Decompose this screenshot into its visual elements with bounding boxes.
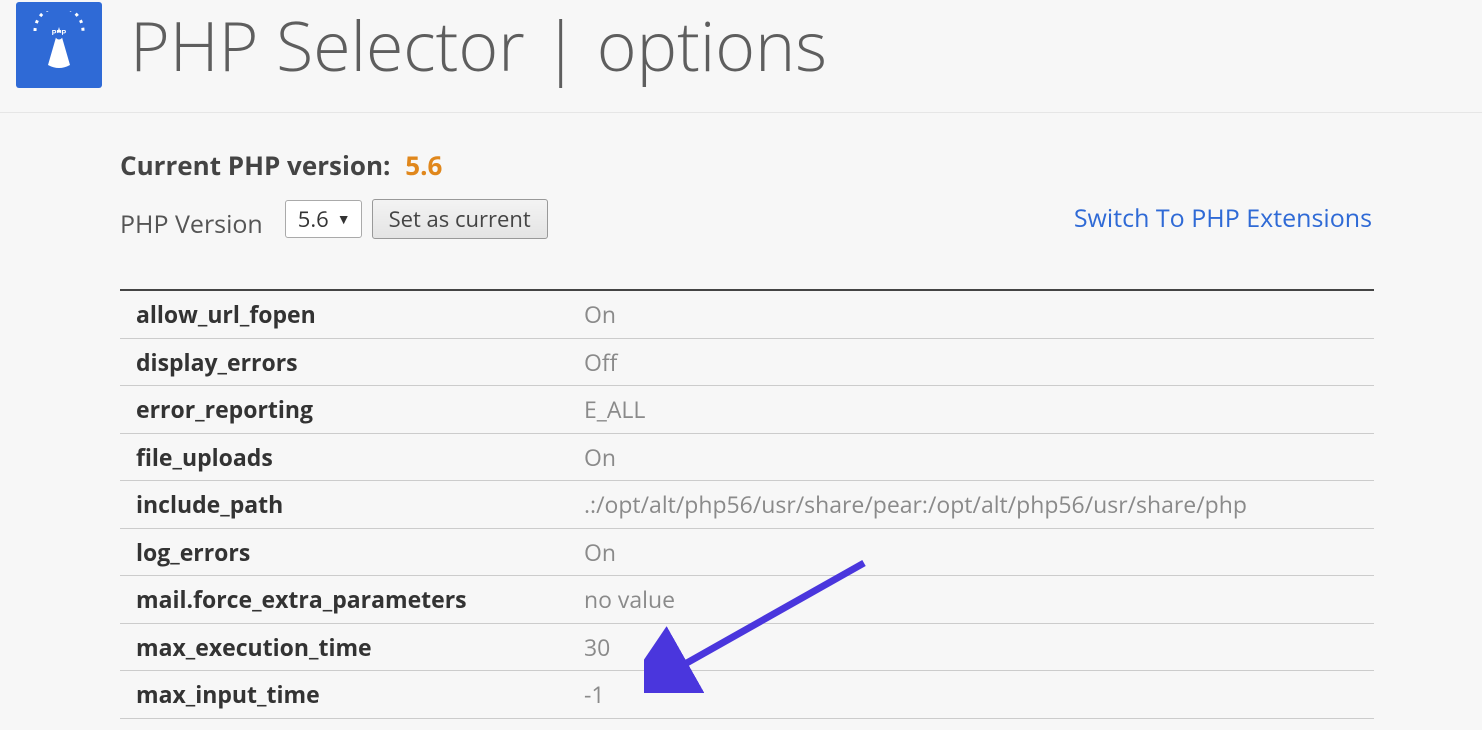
table-row: max_input_time -1: [120, 671, 1374, 719]
option-value[interactable]: E_ALL: [568, 386, 1374, 434]
option-name: max_execution_time: [120, 623, 568, 671]
option-name: display_errors: [120, 338, 568, 386]
option-value[interactable]: no value: [568, 576, 1374, 624]
table-row: include_path .:/opt/alt/php56/usr/share/…: [120, 481, 1374, 529]
option-name: mail.force_extra_parameters: [120, 576, 568, 624]
content-area: Current PHP version: 5.6 PHP Version 5.6…: [0, 113, 1482, 730]
php-version-select-value: 5.6: [298, 204, 329, 234]
table-row: memory_limit 128M: [120, 718, 1374, 730]
php-options-table: allow_url_fopen On display_errors Off er…: [120, 289, 1374, 730]
option-name: file_uploads: [120, 433, 568, 481]
table-row: display_errors Off: [120, 338, 1374, 386]
table-row: mail.force_extra_parameters no value: [120, 576, 1374, 624]
option-value[interactable]: 30: [568, 623, 1374, 671]
option-value[interactable]: On: [568, 528, 1374, 576]
option-name: max_input_time: [120, 671, 568, 719]
switch-to-extensions-link[interactable]: Switch To PHP Extensions: [1074, 201, 1372, 235]
php-selector-logo: PHP: [16, 2, 102, 88]
option-value[interactable]: 128M: [568, 718, 1374, 730]
table-row: max_execution_time 30: [120, 623, 1374, 671]
table-row: allow_url_fopen On: [120, 290, 1374, 338]
page-header: PHP PHP Selector | options: [0, 0, 1482, 113]
set-as-current-button[interactable]: Set as current: [372, 199, 548, 239]
page-title: PHP Selector | options: [130, 11, 827, 79]
table-row: file_uploads On: [120, 433, 1374, 481]
table-row: log_errors On: [120, 528, 1374, 576]
table-row: error_reporting E_ALL: [120, 386, 1374, 434]
option-value[interactable]: .:/opt/alt/php56/usr/share/pear:/opt/alt…: [568, 481, 1374, 529]
option-value[interactable]: -1: [568, 671, 1374, 719]
current-version-label: Current PHP version:: [120, 147, 390, 183]
option-value[interactable]: On: [568, 433, 1374, 481]
php-version-select[interactable]: 5.6 ▼: [285, 200, 362, 238]
option-name: memory_limit: [120, 718, 568, 730]
gauge-needle-icon: PHP: [25, 11, 93, 79]
version-controls-row: PHP Version 5.6 ▼ Set as current Switch …: [120, 197, 1462, 241]
option-name: include_path: [120, 481, 568, 529]
current-version-value: 5.6: [405, 147, 442, 183]
option-name: log_errors: [120, 528, 568, 576]
php-version-label: PHP Version: [120, 197, 263, 241]
option-value[interactable]: On: [568, 290, 1374, 338]
option-value[interactable]: Off: [568, 338, 1374, 386]
option-name: allow_url_fopen: [120, 290, 568, 338]
current-php-version-line: Current PHP version: 5.6: [120, 147, 1462, 183]
option-name: error_reporting: [120, 386, 568, 434]
chevron-down-icon: ▼: [337, 210, 351, 229]
